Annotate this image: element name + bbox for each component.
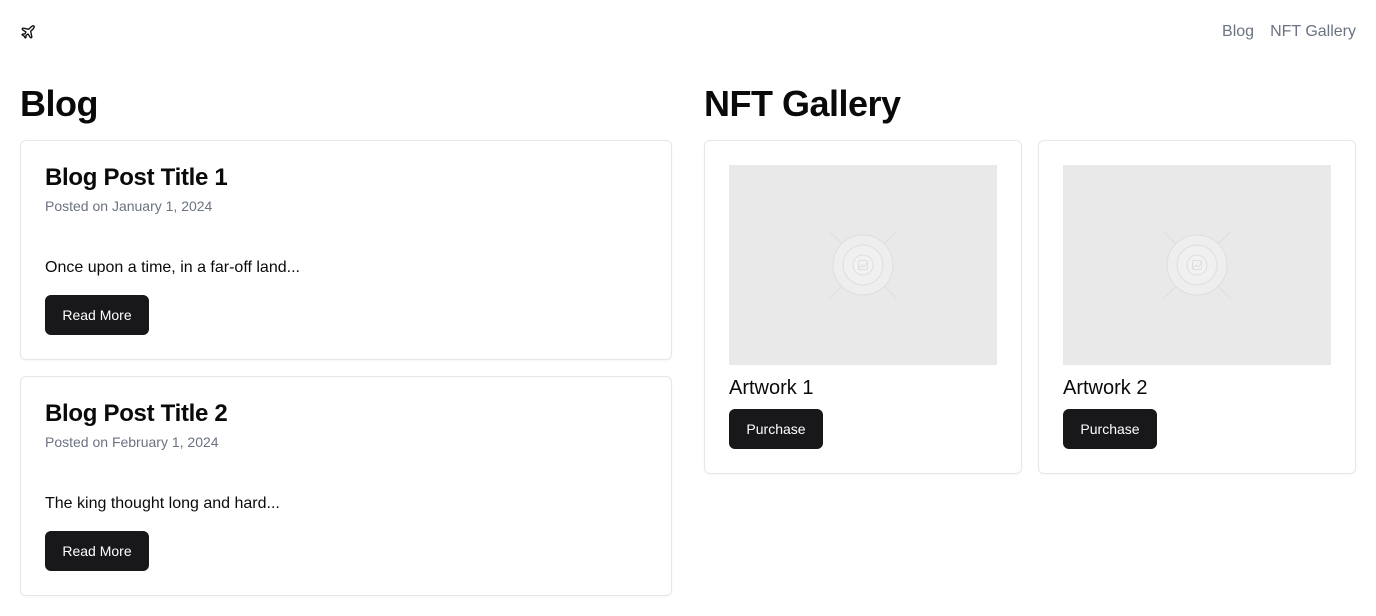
gallery-section-title: NFT Gallery [704, 83, 901, 124]
nav-link-blog[interactable]: Blog [1222, 22, 1254, 42]
image-placeholder-icon [828, 230, 898, 300]
blog-post-card: Blog Post Title 1 Posted on January 1, 2… [20, 140, 672, 360]
post-date: Posted on February 1, 2024 [45, 434, 219, 450]
nft-card: Artwork 2 Purchase [1038, 140, 1356, 474]
site-header: Blog NFT Gallery [0, 0, 1376, 64]
post-title: Blog Post Title 1 [45, 164, 228, 191]
nft-name: Artwork 2 [1063, 377, 1148, 399]
post-title: Blog Post Title 2 [45, 400, 228, 427]
read-more-button[interactable]: Read More [45, 531, 149, 571]
post-excerpt: Once upon a time, in a far-off land... [45, 259, 300, 276]
read-more-button[interactable]: Read More [45, 295, 149, 335]
main-nav: Blog NFT Gallery [1222, 22, 1356, 42]
nft-image [729, 165, 997, 365]
purchase-button[interactable]: Purchase [1063, 409, 1157, 449]
blog-post-card: Blog Post Title 2 Posted on February 1, … [20, 376, 672, 596]
post-date: Posted on January 1, 2024 [45, 198, 213, 214]
nft-card: Artwork 1 Purchase [704, 140, 1022, 474]
nft-image [1063, 165, 1331, 365]
post-excerpt: The king thought long and hard... [45, 495, 280, 512]
plane-icon[interactable] [20, 24, 36, 40]
purchase-button[interactable]: Purchase [729, 409, 823, 449]
nav-link-nft-gallery[interactable]: NFT Gallery [1270, 22, 1356, 42]
blog-section-title: Blog [20, 83, 98, 124]
nft-name: Artwork 1 [729, 377, 814, 399]
image-placeholder-icon [1162, 230, 1232, 300]
